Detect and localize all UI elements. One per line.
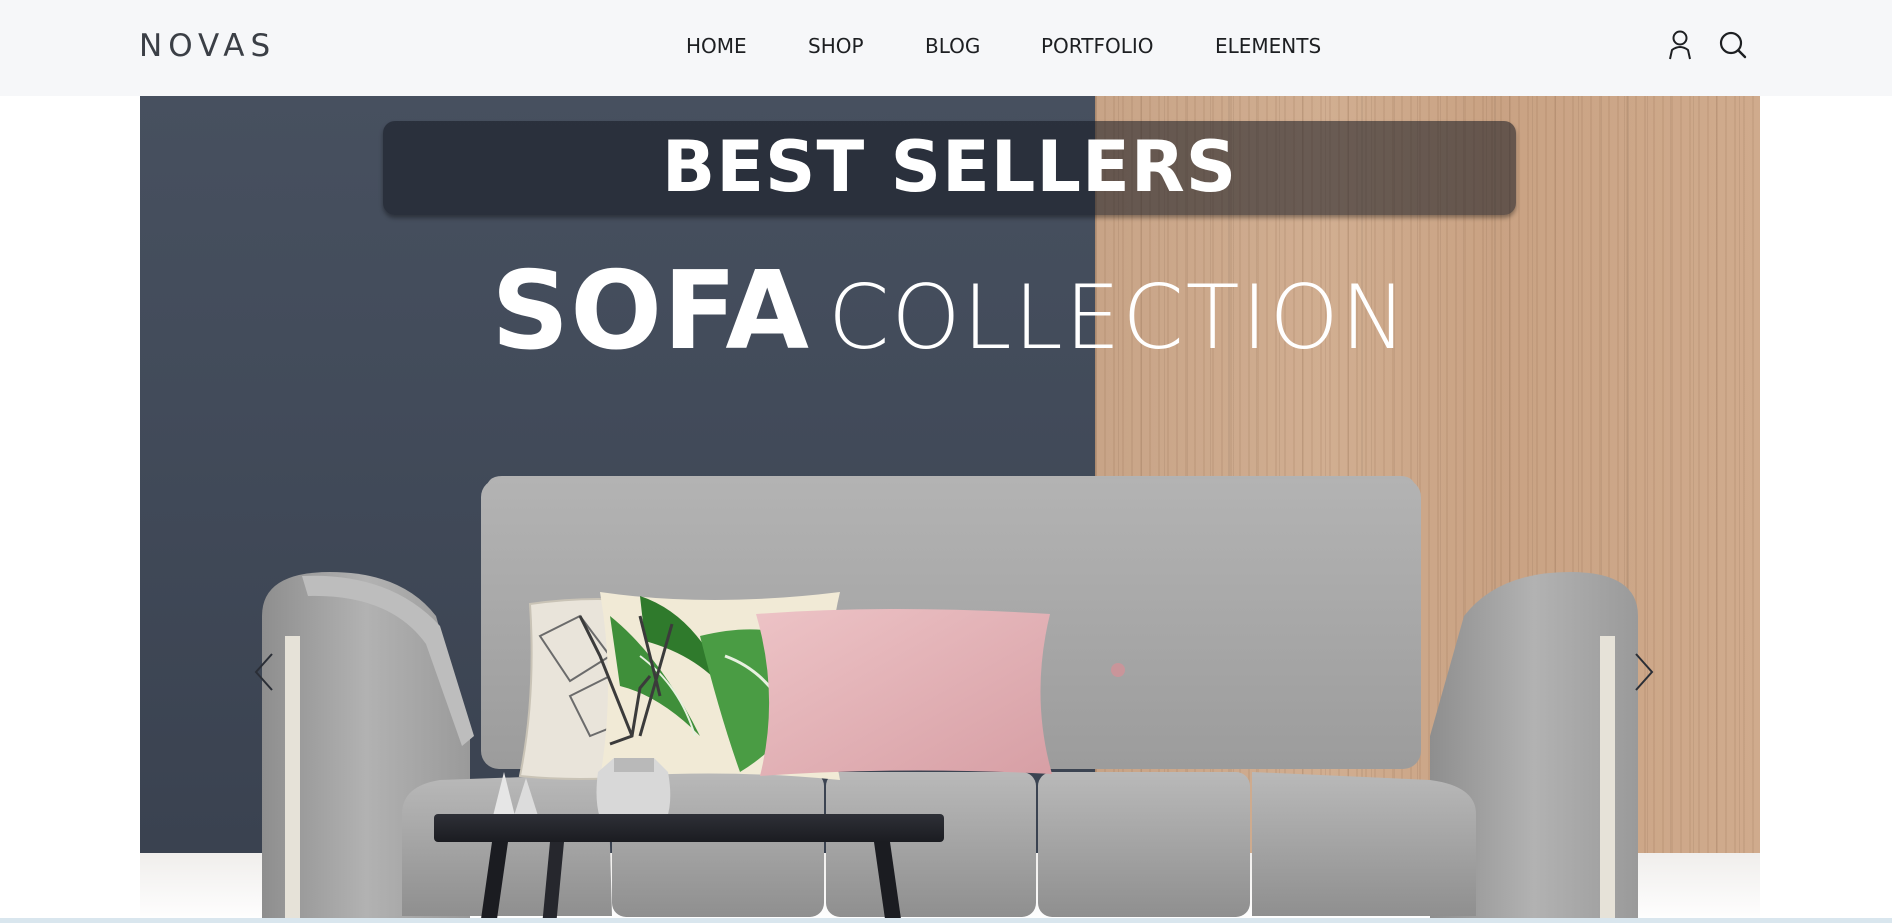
nav-shop[interactable]: SHOP: [808, 33, 864, 59]
site-header: NOVAS HOME SHOP BLOG PORTFOLIO ELEMENTS: [0, 0, 1892, 96]
nav-elements[interactable]: ELEMENTS: [1215, 33, 1321, 59]
horizontal-scrollbar[interactable]: [0, 918, 1892, 923]
nav-blog[interactable]: BLOG: [925, 33, 980, 59]
hero-slider: BEST SELLERS SOFA COLLECTION: [140, 96, 1760, 923]
main-nav: HOME SHOP BLOG PORTFOLIO ELEMENTS: [0, 33, 1892, 59]
nav-portfolio[interactable]: PORTFOLIO: [1041, 33, 1154, 59]
hero-headline: SOFA COLLECTION: [140, 252, 1760, 403]
headline-sofa: SOFA: [491, 249, 810, 374]
nav-home[interactable]: HOME: [686, 33, 747, 59]
headline-collection: COLLECTION: [827, 266, 1409, 369]
chevron-right-icon[interactable]: [1630, 650, 1656, 694]
chevron-left-icon[interactable]: [252, 650, 278, 694]
sofa-illustration: [262, 476, 1638, 923]
user-icon[interactable]: [1663, 28, 1697, 62]
best-sellers-heading: BEST SELLERS: [661, 126, 1238, 208]
search-icon[interactable]: [1716, 28, 1750, 62]
